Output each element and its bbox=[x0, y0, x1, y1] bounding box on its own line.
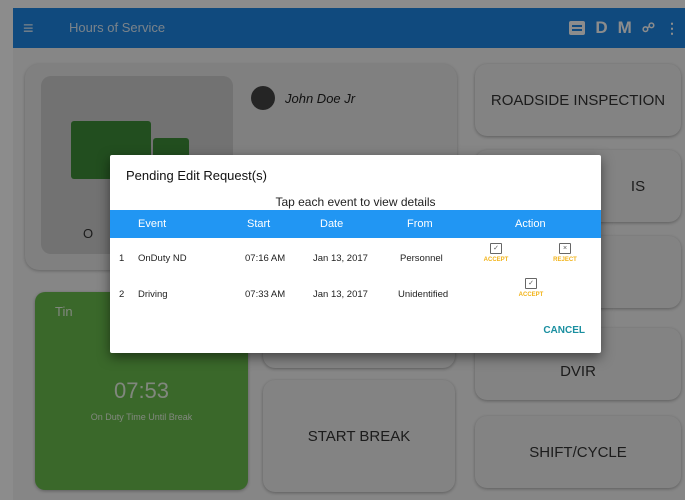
row-date: Jan 13, 2017 bbox=[313, 253, 368, 264]
table-header: Event Start Date From Action bbox=[110, 210, 601, 238]
row-event: OnDuty ND bbox=[138, 253, 187, 264]
reject-button[interactable]: × REJECT bbox=[550, 243, 580, 263]
accept-icon: ✓ bbox=[490, 243, 502, 254]
column-header: Start bbox=[247, 218, 271, 230]
column-header: From bbox=[407, 218, 433, 230]
dialog-subtitle: Tap each event to view details bbox=[275, 195, 436, 209]
accept-label: ACCEPT bbox=[518, 292, 544, 298]
cancel-button[interactable]: CANCEL bbox=[543, 325, 585, 336]
row-start: 07:16 AM bbox=[245, 253, 286, 264]
column-header: Date bbox=[320, 218, 344, 230]
table-row[interactable]: 2 Driving 07:33 AM Jan 13, 2017 Unidenti… bbox=[110, 277, 601, 313]
row-index: 1 bbox=[119, 253, 125, 264]
accept-button[interactable]: ✓ ACCEPT bbox=[481, 243, 511, 263]
row-from: Personnel bbox=[400, 253, 443, 264]
app-frame: ≡ Hours of Service D M ☍ ⋮ O John Doe Jr… bbox=[0, 0, 685, 500]
column-header: Event bbox=[138, 218, 167, 230]
column-header: Action bbox=[515, 218, 546, 230]
row-start: 07:33 AM bbox=[245, 289, 286, 300]
dialog-title: Pending Edit Request(s) bbox=[126, 168, 267, 183]
row-from: Unidentified bbox=[398, 289, 449, 300]
table-row[interactable]: 1 OnDuty ND 07:16 AM Jan 13, 2017 Person… bbox=[110, 241, 601, 277]
row-date: Jan 13, 2017 bbox=[313, 289, 368, 300]
pending-edit-dialog: Pending Edit Request(s) Tap each event t… bbox=[110, 155, 601, 353]
accept-button[interactable]: ✓ ACCEPT bbox=[516, 278, 546, 298]
accept-label: ACCEPT bbox=[483, 257, 509, 263]
row-event: Driving bbox=[138, 289, 168, 300]
reject-label: REJECT bbox=[553, 257, 577, 263]
row-index: 2 bbox=[119, 289, 125, 300]
reject-icon: × bbox=[559, 243, 571, 254]
accept-icon: ✓ bbox=[525, 278, 537, 289]
